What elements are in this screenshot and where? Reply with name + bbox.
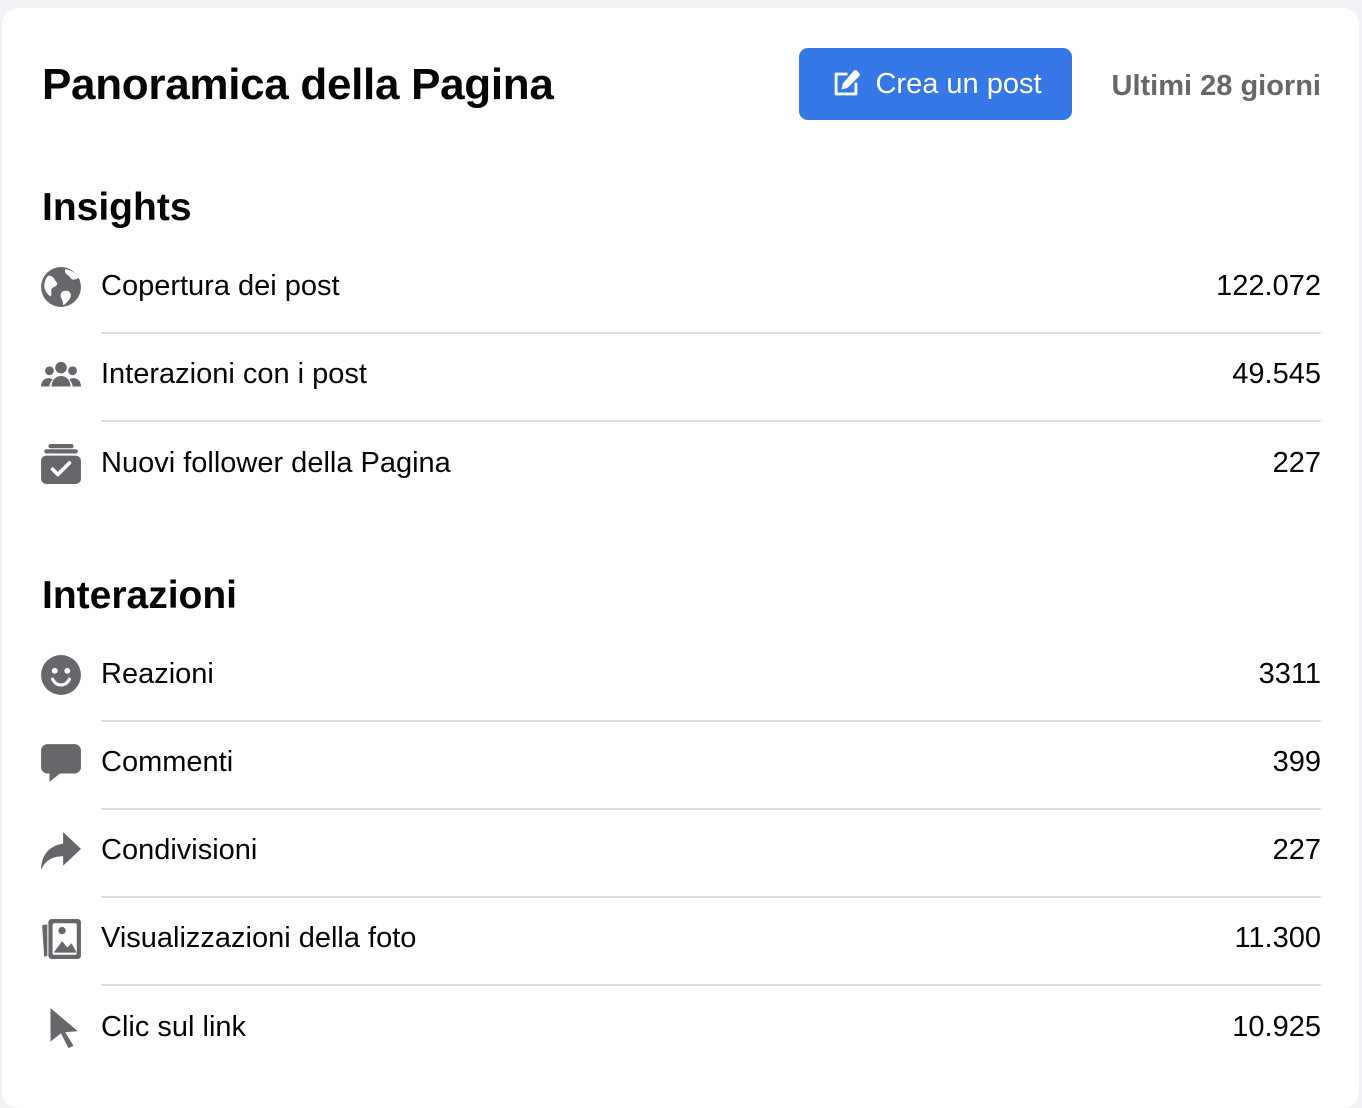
card-header: Panoramica della Pagina Crea un post Ult…: [2, 8, 1359, 158]
edit-icon: [835, 70, 861, 96]
metric-value: 227: [1272, 447, 1321, 479]
metric-label: Visualizzazioni della foto: [101, 922, 417, 954]
metric-label: Condivisioni: [101, 834, 258, 866]
insight-row-new-followers[interactable]: Nuovi follower della Pagina 227: [2, 421, 1359, 509]
metric-label: Clic sul link: [101, 1011, 247, 1043]
metric-value: 3311: [1258, 658, 1321, 690]
metric-value: 227: [1272, 834, 1321, 866]
page-overview-card: Panoramica della Pagina Crea un post Ult…: [2, 8, 1359, 1108]
smiley-icon: [41, 655, 81, 695]
page-title: Panoramica della Pagina: [42, 60, 554, 109]
insights-section-title: Insights: [42, 186, 192, 229]
insight-row-post-reach[interactable]: Copertura dei post 122.072: [2, 244, 1359, 334]
insight-row-post-engagement[interactable]: Interazioni con i post 49.545: [2, 332, 1359, 422]
metric-value: 10.925: [1232, 1011, 1321, 1043]
date-range-selector[interactable]: Ultimi 28 giorni: [1112, 70, 1321, 103]
interaction-row-reactions[interactable]: Reazioni 3311: [2, 632, 1359, 722]
comment-bubble-icon: [41, 744, 81, 782]
create-post-button[interactable]: Crea un post: [799, 48, 1072, 120]
interaction-row-shares[interactable]: Condivisioni 227: [2, 808, 1359, 898]
metric-label: Nuovi follower della Pagina: [101, 447, 451, 479]
globe-icon: [41, 267, 81, 307]
create-post-label: Crea un post: [875, 67, 1042, 100]
metric-label: Interazioni con i post: [101, 358, 367, 390]
people-icon: [41, 361, 81, 387]
metric-value: 49.545: [1232, 358, 1321, 390]
metric-value: 122.072: [1216, 270, 1321, 302]
photo-icon: [42, 919, 81, 959]
metric-value: 399: [1272, 746, 1321, 778]
metric-label: Copertura dei post: [101, 270, 340, 302]
follower-check-icon: [41, 444, 81, 484]
cursor-icon: [50, 1008, 78, 1048]
interaction-row-comments[interactable]: Commenti 399: [2, 720, 1359, 810]
interaction-row-link-clicks[interactable]: Clic sul link 10.925: [2, 985, 1359, 1073]
metric-value: 11.300: [1234, 922, 1321, 954]
metric-label: Commenti: [101, 746, 234, 778]
share-arrow-icon: [41, 832, 81, 870]
metric-label: Reazioni: [101, 658, 214, 690]
interaction-row-photo-views[interactable]: Visualizzazioni della foto 11.300: [2, 896, 1359, 986]
interactions-section-title: Interazioni: [42, 574, 238, 617]
